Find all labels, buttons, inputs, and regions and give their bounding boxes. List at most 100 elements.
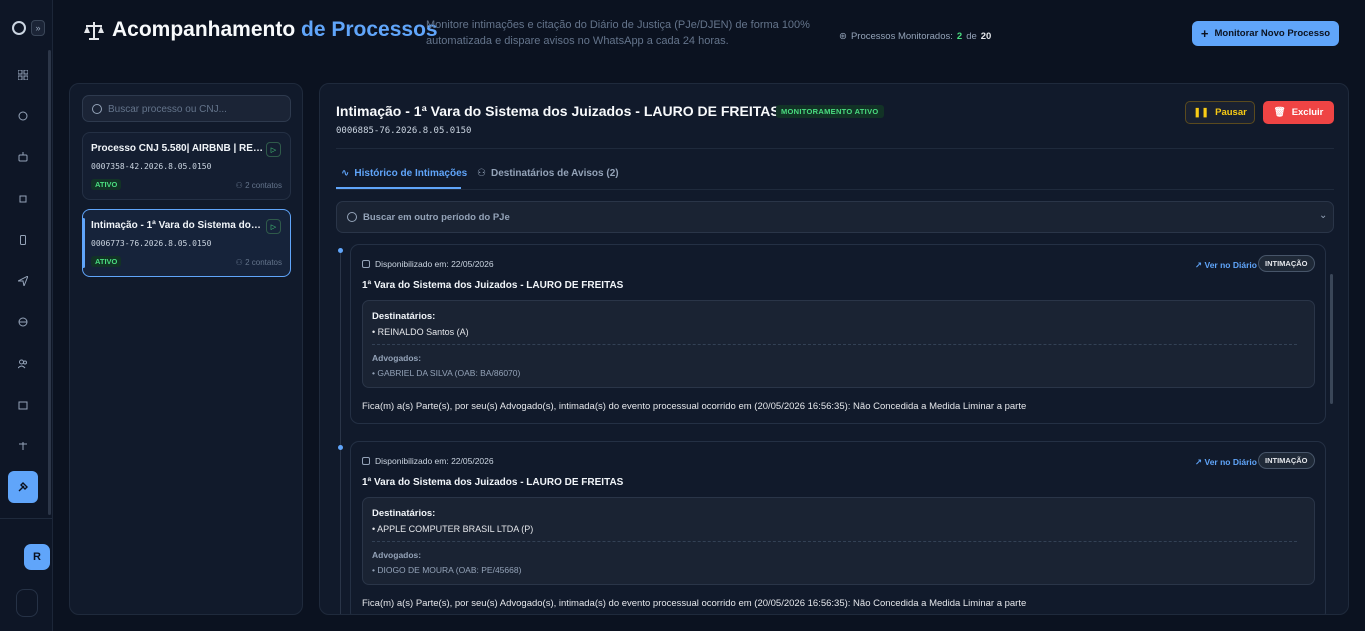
divider	[336, 148, 1334, 149]
calendar-icon[interactable]	[16, 398, 30, 412]
detail-number: 0006885-76.2026.8.05.0150	[336, 126, 472, 136]
delete-button[interactable]: 🗑 Excluir	[1263, 101, 1334, 124]
intimation-card: Disponibilizado em: 22/05/2026 ↗ Ver no …	[350, 441, 1326, 614]
monitor-current: 2	[956, 31, 963, 42]
pause-icon: ❚❚	[1193, 107, 1210, 118]
users-icon[interactable]	[16, 357, 30, 371]
lawyers-label: Advogados:	[372, 353, 422, 363]
new-button-label: Monitorar Novo Processo	[1214, 28, 1331, 39]
recipients-label: Destinatários:	[372, 508, 436, 519]
dashed-divider	[372, 344, 1297, 345]
view-diary-label: Ver no Diário	[1204, 260, 1257, 270]
divider	[336, 189, 1334, 190]
monitor-new-process-button[interactable]: + Monitorar Novo Processo	[1192, 21, 1339, 46]
tab-recipients[interactable]: ⚇ Destinatários de Avisos (2)	[477, 168, 619, 179]
calendar-icon	[362, 457, 370, 465]
page-subtitle: Monitore intimações e citação do Diário …	[426, 19, 810, 47]
available-date: Disponibilizado em: 22/05/2026	[362, 456, 494, 466]
phone-icon[interactable]	[16, 233, 30, 247]
timeline-line	[340, 249, 341, 614]
process-card[interactable]: Processo CNJ 5.580| AIRBNB | REINALDO ▷ …	[82, 132, 291, 200]
period-label: Buscar em outro período do PJe	[363, 212, 510, 223]
tab-label: Histórico de Intimações	[354, 168, 468, 179]
justice-scale-icon	[83, 20, 105, 42]
court-name: 1ª Vara do Sistema dos Juizados - LAURO …	[362, 280, 624, 291]
court-name: 1ª Vara do Sistema dos Juizados - LAURO …	[362, 477, 624, 488]
process-card-selected[interactable]: Intimação - 1ª Vara do Sistema dos Juiza…	[82, 209, 291, 277]
monitoring-badge: MONITORAMENTO ATIVO	[776, 105, 884, 118]
available-date: Disponibilizado em: 22/05/2026	[362, 259, 494, 269]
avatar[interactable]: R	[24, 544, 50, 570]
lawyers-label: Advogados:	[372, 550, 422, 560]
monitor-total: 20	[980, 31, 992, 42]
title-accent: de Processos	[301, 18, 438, 41]
status-badge: ATIVO	[91, 179, 122, 190]
external-link-icon: ↗	[1195, 457, 1203, 467]
monitored-count: ⊛ Processos Monitorados: 2 de 20	[839, 31, 991, 42]
recipients-box: Destinatários: • APPLE COMPUTER BRASIL L…	[362, 497, 1315, 585]
chat-icon[interactable]	[16, 109, 30, 123]
trash-icon: 🗑	[1273, 107, 1286, 118]
chevron-down-icon: ⌄	[1319, 210, 1328, 221]
view-diary-link[interactable]: ↗ Ver no Diário	[1195, 457, 1257, 468]
contacts-label: 2 contatos	[245, 181, 282, 190]
search-box[interactable]	[82, 95, 291, 122]
available-label: Disponibilizado em: 22/05/2026	[375, 259, 494, 269]
play-icon[interactable]: ▷	[266, 219, 281, 234]
delete-label: Excluir	[1291, 107, 1324, 118]
page-header: Acompanhamento de Processos Monitore int…	[53, 0, 1365, 70]
dashed-divider	[372, 541, 1297, 542]
process-number: 0007358-42.2026.8.05.0150	[91, 162, 212, 171]
plus-icon: +	[1200, 26, 1209, 41]
play-icon[interactable]: ▷	[266, 142, 281, 157]
type-badge: INTIMAÇÃO	[1258, 452, 1315, 469]
search-input[interactable]	[108, 101, 283, 117]
hammer-icon[interactable]	[8, 471, 38, 503]
contacts-count: ⚇ 2 contatos	[236, 258, 282, 267]
send-icon[interactable]	[16, 274, 30, 288]
pause-button[interactable]: ❚❚ Pausar	[1185, 101, 1255, 124]
bot-icon[interactable]	[16, 150, 30, 164]
collapse-sidebar-button[interactable]: »	[31, 20, 45, 36]
tab-label: Destinatários de Avisos (2)	[490, 168, 619, 179]
monitor-of: de	[966, 31, 977, 42]
available-label: Disponibilizado em: 22/05/2026	[375, 456, 494, 466]
timeline-dot	[338, 248, 343, 253]
recipient-value: • REINALDO Santos (A)	[372, 327, 469, 337]
contacts-count: ⚇ 2 contatos	[236, 181, 282, 190]
status-badge: ATIVO	[91, 256, 122, 267]
process-title: Processo CNJ 5.580| AIRBNB | REINALDO	[91, 143, 263, 154]
process-detail-panel: Intimação - 1ª Vara do Sistema dos Juiza…	[319, 83, 1349, 615]
process-title: Intimação - 1ª Vara do Sistema dos Juiza…	[91, 220, 263, 231]
lawyer-value: • GABRIEL DA SILVA (OAB: BA/86070)	[372, 368, 521, 378]
scale-icon[interactable]	[16, 439, 30, 453]
app-logo-icon	[12, 21, 26, 35]
calendar-icon	[362, 260, 370, 268]
clock-icon	[347, 212, 357, 222]
lawyer-value: • DIOGO DE MOURA (OAB: PE/45668)	[372, 565, 522, 575]
users-icon: ⚇	[235, 181, 243, 190]
contacts-label: 2 contatos	[245, 258, 282, 267]
users-icon: ⚇	[235, 258, 243, 267]
globe-icon[interactable]	[16, 315, 30, 329]
intimation-card: Disponibilizado em: 22/05/2026 ↗ Ver no …	[350, 244, 1326, 424]
activity-icon: ∿	[341, 168, 350, 179]
recipient-value: • APPLE COMPUTER BRASIL LTDA (P)	[372, 524, 534, 534]
settings-slot[interactable]	[16, 589, 38, 617]
rail-scrollbar[interactable]	[48, 50, 51, 515]
intimation-body: Fica(m) a(s) Parte(s), por seu(s) Advoga…	[362, 401, 1027, 412]
tab-history[interactable]: ∿ Histórico de Intimações	[341, 168, 467, 179]
list-scrollbar[interactable]	[1330, 274, 1333, 404]
recipients-label: Destinatários:	[372, 311, 436, 322]
chip-icon[interactable]	[16, 192, 30, 206]
external-link-icon: ↗	[1195, 260, 1203, 270]
search-icon	[92, 104, 102, 114]
view-diary-label: Ver no Diário	[1204, 457, 1257, 467]
type-badge: INTIMAÇÃO	[1258, 255, 1315, 272]
monitor-label: Processos Monitorados:	[850, 31, 953, 42]
dashboard-icon[interactable]	[16, 68, 30, 82]
period-search-accordion[interactable]: Buscar em outro período do PJe ⌄	[336, 201, 1334, 233]
view-diary-link[interactable]: ↗ Ver no Diário	[1195, 260, 1257, 271]
detail-title: Intimação - 1ª Vara do Sistema dos Juiza…	[336, 103, 780, 119]
process-list-panel: Processo CNJ 5.580| AIRBNB | REINALDO ▷ …	[69, 83, 303, 615]
